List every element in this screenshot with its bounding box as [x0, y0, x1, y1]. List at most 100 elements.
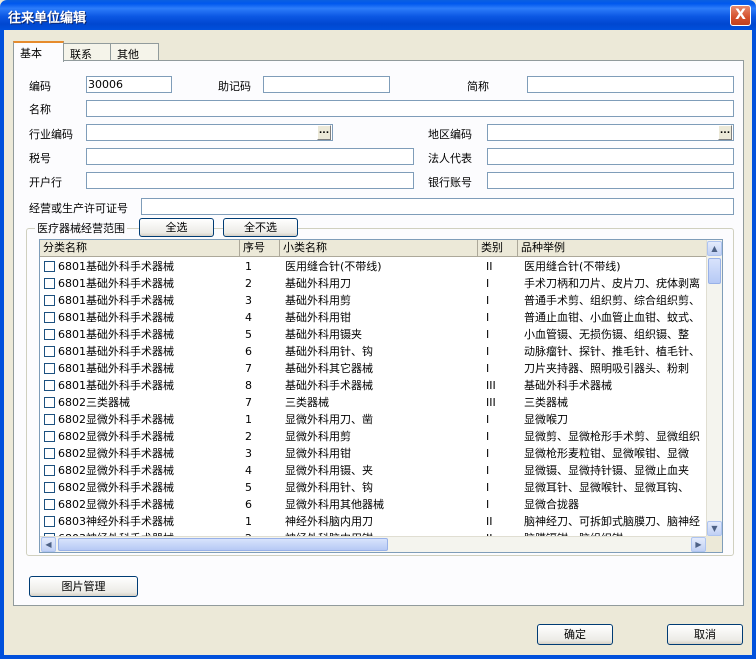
- table-row[interactable]: 6801基础外科手术器械 4 基础外科用钳 I 普通止血钳、小血管止血钳、蚊式、: [40, 309, 707, 326]
- scroll-up-icon[interactable]: ▲: [707, 241, 722, 256]
- cell-category: 6802显微外科手术器械: [58, 481, 174, 494]
- cell-examples: 显微合拢器: [524, 498, 579, 511]
- cell-subcategory: 显微外科用针、钩: [285, 481, 373, 494]
- name-field[interactable]: [86, 100, 734, 117]
- cell-class: I: [486, 362, 490, 375]
- row-checkbox[interactable]: [44, 448, 55, 459]
- table-row[interactable]: 6801基础外科手术器械 1 医用缝合针(不带线) II 医用缝合针(不带线): [40, 258, 707, 275]
- row-checkbox[interactable]: [44, 499, 55, 510]
- row-checkbox[interactable]: [44, 312, 55, 323]
- cell-examples: 三类器械: [524, 396, 568, 409]
- cell-category: 6802显微外科手术器械: [58, 464, 174, 477]
- row-checkbox[interactable]: [44, 261, 55, 272]
- image-manage-button[interactable]: 图片管理: [29, 576, 138, 597]
- scrollbar-corner: [706, 536, 722, 552]
- table-row[interactable]: 6801基础外科手术器械 7 基础外科其它器械 I 刀片夹持器、照明吸引器头、粉刺: [40, 360, 707, 377]
- tab-basic[interactable]: 基本: [13, 41, 64, 62]
- table-row[interactable]: 6803神经外科手术器械 1 神经外科脑内用刀 II 脑神经刀、可拆卸式脑膜刀、脑神经: [40, 513, 707, 530]
- region-code-field[interactable]: [487, 124, 734, 141]
- mnemonic-label: 助记码: [218, 80, 251, 93]
- column-header-class[interactable]: 类别: [478, 240, 518, 257]
- row-checkbox[interactable]: [44, 329, 55, 340]
- row-checkbox[interactable]: [44, 516, 55, 527]
- table-row[interactable]: 6802显微外科手术器械 2 显微外科用剪 I 显微剪、显微枪形手术剪、显微组织: [40, 428, 707, 445]
- scroll-down-icon[interactable]: ▼: [707, 521, 722, 536]
- cell-class: III: [486, 396, 496, 409]
- cell-index: 6: [245, 498, 252, 511]
- cell-category: 6801基础外科手术器械: [58, 277, 174, 290]
- name-label: 名称: [29, 103, 51, 116]
- cell-category: 6801基础外科手术器械: [58, 328, 174, 341]
- table-row[interactable]: 6802显微外科手术器械 6 显微外科用其他器械 I 显微合拢器: [40, 496, 707, 513]
- tab-contact[interactable]: 联系: [63, 43, 111, 61]
- tax-number-field[interactable]: [86, 148, 414, 165]
- table-row[interactable]: 6801基础外科手术器械 8 基础外科手术器械 III 基础外科手术器械: [40, 377, 707, 394]
- cell-index: 7: [245, 396, 252, 409]
- legal-rep-field[interactable]: [487, 148, 734, 165]
- horizontal-scrollbar[interactable]: ◀ ▶: [40, 536, 707, 552]
- legal-rep-label: 法人代表: [428, 152, 472, 165]
- column-header-subcategory[interactable]: 小类名称: [280, 240, 478, 257]
- column-header-index[interactable]: 序号: [240, 240, 280, 257]
- bank-label: 开户行: [29, 176, 62, 189]
- license-field[interactable]: [141, 198, 734, 215]
- industry-code-field[interactable]: [86, 124, 333, 141]
- table-row[interactable]: 6802显微外科手术器械 3 显微外科用钳 I 显微枪形麦粒钳、显微喉钳、显微: [40, 445, 707, 462]
- cell-index: 4: [245, 311, 252, 324]
- scope-table: 分类名称 序号 小类名称 类别 品种举例 6801基础外科手术器械 1 医用缝合针(…: [39, 239, 723, 553]
- cell-index: 6: [245, 345, 252, 358]
- vertical-scroll-thumb[interactable]: [708, 258, 721, 284]
- bank-account-label: 银行账号: [428, 176, 472, 189]
- mnemonic-field[interactable]: [263, 76, 390, 93]
- table-row[interactable]: 6802显微外科手术器械 4 显微外科用镊、夹 I 显微镊、显微持针镊、显微止血夹: [40, 462, 707, 479]
- table-row[interactable]: 6801基础外科手术器械 6 基础外科用针、钩 I 动脉瘤针、探针、推毛针、植毛针、: [40, 343, 707, 360]
- row-checkbox[interactable]: [44, 414, 55, 425]
- table-row[interactable]: 6801基础外科手术器械 2 基础外科用刀 I 手术刀柄和刀片、皮片刀、疣体剥离: [40, 275, 707, 292]
- column-header-examples[interactable]: 品种举例: [518, 240, 707, 257]
- row-checkbox[interactable]: [44, 295, 55, 306]
- cell-index: 2: [245, 277, 252, 290]
- table-row[interactable]: 6802显微外科手术器械 5 显微外科用针、钩 I 显微耳针、显微喉针、显微耳钩、: [40, 479, 707, 496]
- cell-class: I: [486, 345, 490, 358]
- row-checkbox[interactable]: [44, 397, 55, 408]
- cell-subcategory: 显微外科用剪: [285, 430, 351, 443]
- select-none-button[interactable]: 全不选: [223, 218, 298, 237]
- cell-subcategory: 基础外科用刀: [285, 277, 351, 290]
- short-name-field[interactable]: [527, 76, 734, 93]
- horizontal-scroll-thumb[interactable]: [58, 538, 388, 551]
- row-checkbox[interactable]: [44, 278, 55, 289]
- scroll-right-icon[interactable]: ▶: [691, 537, 706, 552]
- tab-other[interactable]: 其他: [110, 43, 159, 61]
- cell-index: 8: [245, 379, 252, 392]
- ok-button[interactable]: 确定: [537, 624, 613, 645]
- industry-browse-button[interactable]: ...: [317, 125, 331, 140]
- row-checkbox[interactable]: [44, 431, 55, 442]
- scroll-left-icon[interactable]: ◀: [41, 537, 56, 552]
- table-row[interactable]: 6801基础外科手术器械 3 基础外科用剪 I 普通手术剪、组织剪、综合组织剪、: [40, 292, 707, 309]
- row-checkbox[interactable]: [44, 465, 55, 476]
- row-checkbox[interactable]: [44, 363, 55, 374]
- cell-examples: 显微剪、显微枪形手术剪、显微组织: [524, 430, 700, 443]
- cell-examples: 显微枪形麦粒钳、显微喉钳、显微: [524, 447, 689, 460]
- cell-subcategory: 医用缝合针(不带线): [285, 260, 382, 273]
- cell-examples: 显微镊、显微持针镊、显微止血夹: [524, 464, 689, 477]
- bank-account-field[interactable]: [487, 172, 734, 189]
- bank-field[interactable]: [86, 172, 414, 189]
- region-browse-button[interactable]: ...: [718, 125, 732, 140]
- cell-examples: 刀片夹持器、照明吸引器头、粉刺: [524, 362, 689, 375]
- table-row[interactable]: 6802三类器械 7 三类器械 III 三类器械: [40, 394, 707, 411]
- cell-examples: 显微耳针、显微喉针、显微耳钩、: [524, 481, 689, 494]
- column-header-category[interactable]: 分类名称: [40, 240, 240, 257]
- vertical-scrollbar[interactable]: ▲ ▼: [706, 240, 722, 537]
- row-checkbox[interactable]: [44, 346, 55, 357]
- table-row[interactable]: 6801基础外科手术器械 5 基础外科用镊夹 I 小血管镊、无损伤镊、组织镊、整: [40, 326, 707, 343]
- table-row[interactable]: 6802显微外科手术器械 1 显微外科用刀、凿 I 显微喉刀: [40, 411, 707, 428]
- cancel-button[interactable]: 取消: [667, 624, 743, 645]
- row-checkbox[interactable]: [44, 482, 55, 493]
- code-field[interactable]: 30006: [86, 76, 172, 93]
- row-checkbox[interactable]: [44, 380, 55, 391]
- close-button[interactable]: X: [730, 5, 751, 26]
- select-all-button[interactable]: 全选: [139, 218, 214, 237]
- cell-class: I: [486, 413, 490, 426]
- cell-subcategory: 基础外科用钳: [285, 311, 351, 324]
